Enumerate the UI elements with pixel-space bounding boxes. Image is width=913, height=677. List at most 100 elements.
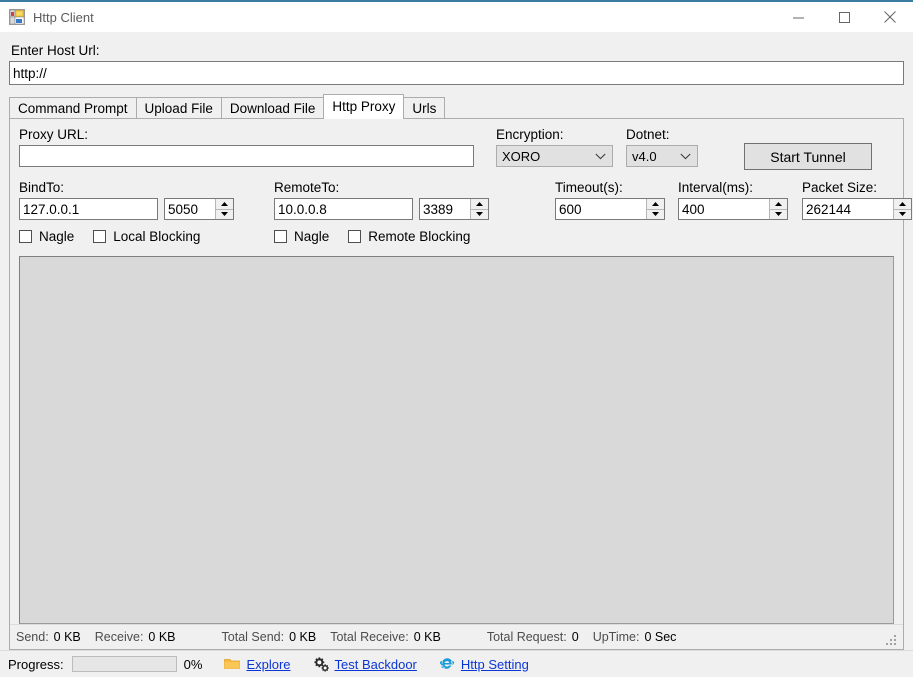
remote-nagle-label: Nagle: [294, 229, 330, 244]
uptime-label: UpTime:: [592, 630, 640, 644]
window-controls: [775, 2, 913, 32]
receive-label: Receive:: [94, 630, 144, 644]
send-label: Send:: [16, 630, 49, 644]
local-blocking-label: Local Blocking: [113, 229, 201, 244]
proxy-log-panel[interactable]: [19, 256, 894, 624]
gears-icon: [313, 656, 329, 672]
total-receive-value: 0 KB: [413, 630, 441, 644]
resize-grip-icon: [886, 633, 898, 645]
host-url-label: Enter Host Url:: [11, 43, 100, 58]
checkbox-box: [19, 230, 32, 243]
proxy-status-strip: Send: 0 KB Receive: 0 KB Total Send: 0 K…: [10, 624, 903, 649]
progress-label: Progress:: [8, 656, 64, 672]
tab-page-http-proxy: Proxy URL: Encryption: XORO Dotnet: v4.0…: [9, 118, 912, 650]
remoteto-port-value: 3389: [423, 201, 454, 217]
remote-blocking-checkbox[interactable]: Remote Blocking: [348, 229, 470, 244]
dotnet-value: v4.0: [632, 148, 657, 164]
checkbox-box: [348, 230, 362, 243]
timeout-value: 600: [559, 201, 582, 217]
bindto-port-value: 5050: [168, 201, 199, 217]
stepper-up-icon[interactable]: [770, 199, 787, 210]
stepper-buttons[interactable]: [215, 199, 233, 219]
test-backdoor-button[interactable]: Test Backdoor: [313, 656, 417, 672]
remoteto-host-input[interactable]: [274, 198, 413, 220]
tab-strip: Command Prompt Upload File Download File…: [9, 94, 913, 119]
remoteto-label: RemoteTo:: [274, 180, 340, 195]
local-nagle-label: Nagle: [39, 229, 75, 244]
title-bar: Http Client: [0, 2, 913, 32]
bindto-label: BindTo:: [19, 180, 65, 195]
checkbox-box: [93, 230, 107, 243]
tab-urls[interactable]: Urls: [403, 97, 446, 118]
remoteto-port-stepper[interactable]: 3389: [419, 198, 489, 220]
checkbox-box: [274, 230, 287, 243]
bindto-host-input[interactable]: [19, 198, 158, 220]
dotnet-select[interactable]: v4.0: [626, 145, 698, 167]
bindto-port-stepper[interactable]: 5050: [164, 198, 234, 220]
progress-bar: [71, 656, 177, 672]
progress-percent: 0%: [183, 656, 203, 672]
local-blocking-checkbox[interactable]: Local Blocking: [93, 229, 200, 244]
encryption-value: XORO: [502, 148, 541, 164]
total-request-label: Total Request:: [486, 630, 567, 644]
total-send-label: Total Send:: [221, 630, 285, 644]
tab-http-proxy[interactable]: Http Proxy: [323, 94, 405, 119]
encryption-label: Encryption:: [496, 127, 564, 142]
stepper-buttons[interactable]: [470, 199, 488, 219]
start-tunnel-button[interactable]: Start Tunnel: [744, 143, 872, 170]
interval-value: 400: [682, 201, 705, 217]
maximize-button[interactable]: [821, 2, 867, 32]
stepper-buttons[interactable]: [893, 199, 911, 219]
interval-label: Interval(ms):: [678, 180, 754, 195]
interval-stepper[interactable]: 400: [678, 198, 788, 220]
stepper-down-icon[interactable]: [647, 209, 664, 219]
total-request-value: 0: [571, 630, 579, 644]
proxy-url-input[interactable]: [19, 145, 474, 167]
total-send-value: 0 KB: [289, 630, 317, 644]
receive-value: 0 KB: [148, 630, 176, 644]
http-setting-link[interactable]: Http Setting: [461, 657, 529, 672]
bottom-status-bar: Progress: 0% Explore Test Backdoor Http …: [0, 650, 913, 677]
proxy-url-label: Proxy URL:: [19, 127, 89, 142]
close-button[interactable]: [867, 2, 913, 32]
local-nagle-checkbox[interactable]: Nagle: [19, 229, 74, 244]
host-url-input[interactable]: [9, 61, 904, 85]
stepper-up-icon[interactable]: [216, 199, 233, 210]
window-title: Http Client: [33, 9, 94, 25]
stepper-buttons[interactable]: [646, 199, 664, 219]
tab-download-file[interactable]: Download File: [220, 97, 325, 118]
stepper-up-icon[interactable]: [647, 199, 664, 210]
stepper-down-icon[interactable]: [770, 209, 787, 219]
timeout-label: Timeout(s):: [555, 180, 623, 195]
tab-command-prompt[interactable]: Command Prompt: [9, 97, 137, 118]
test-backdoor-link[interactable]: Test Backdoor: [335, 657, 417, 672]
stepper-up-icon[interactable]: [471, 199, 488, 210]
stepper-down-icon[interactable]: [894, 209, 911, 219]
chevron-down-icon: [680, 146, 691, 166]
explore-button[interactable]: Explore: [224, 656, 291, 672]
packet-size-label: Packet Size:: [802, 180, 878, 195]
folder-icon: [224, 656, 241, 672]
explore-link[interactable]: Explore: [246, 657, 290, 672]
remote-nagle-checkbox[interactable]: Nagle: [274, 229, 329, 244]
internet-explorer-icon: [439, 656, 455, 672]
winforms-app-icon: [9, 9, 25, 25]
uptime-value: 0 Sec: [644, 630, 677, 644]
timeout-stepper[interactable]: 600: [555, 198, 665, 220]
http-setting-button[interactable]: Http Setting: [439, 656, 529, 672]
dotnet-label: Dotnet:: [626, 127, 670, 142]
encryption-select[interactable]: XORO: [496, 145, 613, 167]
host-url-section: Enter Host Url:: [0, 32, 913, 85]
chevron-down-icon: [595, 146, 606, 166]
stepper-up-icon[interactable]: [894, 199, 911, 210]
packet-size-value: 262144: [806, 201, 852, 217]
stepper-buttons[interactable]: [769, 199, 787, 219]
total-receive-label: Total Receive:: [330, 630, 409, 644]
stepper-down-icon[interactable]: [471, 209, 488, 219]
minimize-button[interactable]: [775, 2, 821, 32]
send-value: 0 KB: [53, 630, 81, 644]
stepper-down-icon[interactable]: [216, 209, 233, 219]
tab-upload-file[interactable]: Upload File: [135, 97, 222, 118]
packet-size-stepper[interactable]: 262144: [802, 198, 912, 220]
remote-blocking-label: Remote Blocking: [368, 229, 471, 244]
